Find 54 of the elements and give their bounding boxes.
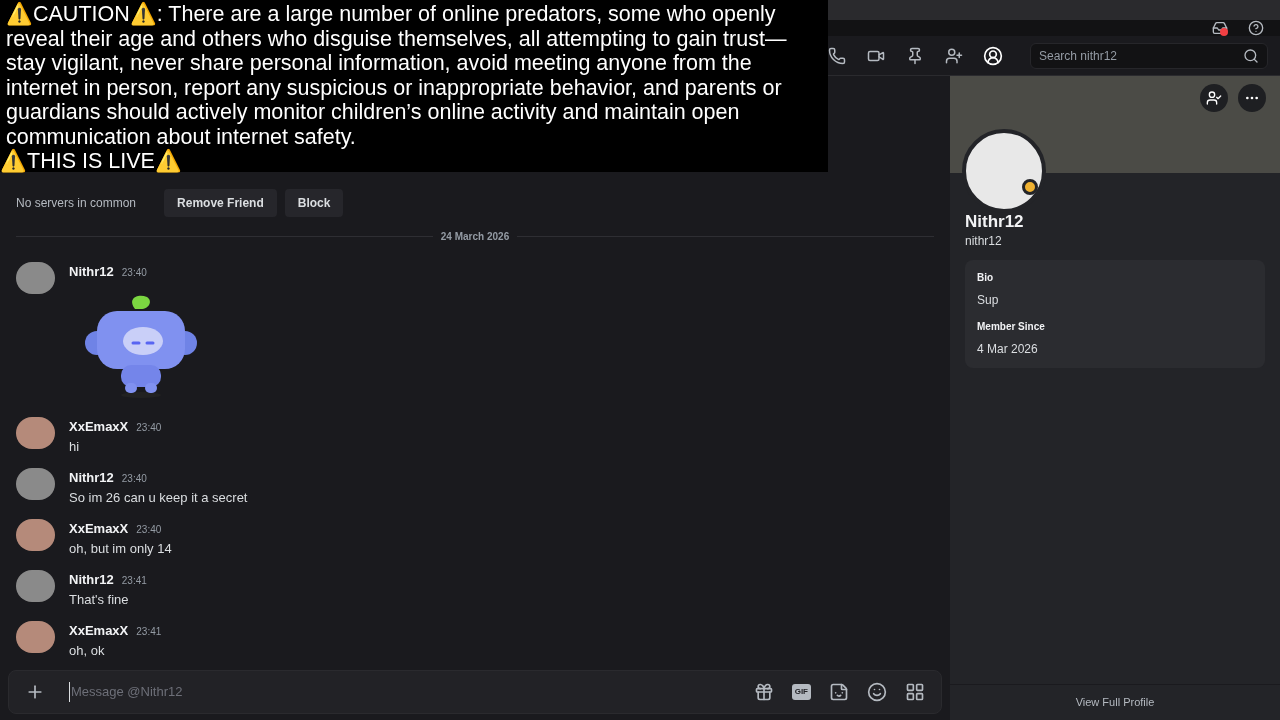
section-value: Sup: [977, 292, 1000, 310]
add-user-icon: [944, 46, 963, 65]
friend-action-button[interactable]: Remove Friend: [164, 188, 277, 217]
message-time: 23:40: [121, 472, 147, 486]
message-time: 23:40: [136, 421, 162, 435]
section-value: 4 Mar 2026: [977, 341, 1039, 359]
message-text: oh, ok: [69, 641, 106, 660]
message-text: oh, but im only 14: [69, 539, 172, 558]
user-avatar[interactable]: [16, 519, 55, 551]
more-button[interactable]: [1238, 84, 1266, 112]
help-icon[interactable]: [1248, 20, 1264, 36]
apps-icon[interactable]: [905, 682, 925, 702]
user-avatar[interactable]: [16, 468, 55, 500]
section-heading: Member Since: [977, 320, 1046, 335]
emoji-icon[interactable]: [867, 682, 887, 702]
message-time: 23:40: [136, 523, 162, 537]
friend-status-button[interactable]: [1200, 84, 1228, 112]
profile-display-name: Nithr12: [965, 211, 1025, 233]
user-profile-icon: [982, 45, 1003, 66]
message-time: 23:40: [121, 265, 147, 280]
message-text: hi: [69, 437, 81, 456]
view-full-profile-link[interactable]: View Full Profile: [1075, 694, 1155, 711]
search-field[interactable]: Search nithr12: [1030, 42, 1268, 69]
message-text: That's fine: [69, 590, 130, 609]
user-avatar[interactable]: [16, 261, 55, 294]
gift-icon[interactable]: [753, 682, 774, 702]
profile-username: nithr12: [965, 233, 1003, 251]
message-author[interactable]: XxEmaxX: [69, 621, 129, 641]
message-author[interactable]: Nithr12: [69, 261, 114, 281]
mutual-servers-text: No servers in common: [16, 194, 137, 212]
sticker-icon[interactable]: [829, 682, 849, 702]
message-time: 23:41: [121, 574, 147, 588]
toolbar-button[interactable]: [981, 44, 1004, 67]
caution-text: ⚠CAUTION⚠: There are a large number of online predators, some who openly reveal their age and others who disguise themselves, all attempting to gain trust—stay vigilant, never share personal information, avoid meeting anyone from the internet in person, report any suspicious or inappropriate behavior, and parents or guardians should actively monitor children’s online activity and maintain open communication about internet safety.: [6, 2, 788, 149]
section-heading: Bio: [977, 271, 995, 286]
live-notice: ⚠THIS IS LIVE⚠: [0, 149, 183, 174]
message-input[interactable]: Message @Nithr12: [69, 682, 754, 702]
search-input[interactable]: Search nithr12: [1039, 46, 1229, 65]
user-avatar[interactable]: [16, 621, 55, 653]
friend-action-button[interactable]: Block: [284, 188, 344, 217]
date-divider-text: 24 March 2026: [439, 229, 511, 244]
message-time: 23:41: [136, 625, 162, 639]
message-author[interactable]: XxEmaxX: [69, 417, 129, 437]
phone-icon: [827, 46, 846, 65]
search-icon: [1243, 47, 1259, 64]
message-author[interactable]: Nithr12: [69, 570, 114, 590]
message-text: So im 26 can u keep it a secret: [69, 488, 248, 507]
message-field[interactable]: Message @Nithr12 GIF: [8, 670, 942, 714]
user-avatar[interactable]: [16, 570, 55, 602]
user-avatar[interactable]: [16, 417, 55, 449]
gif-button[interactable]: GIF: [791, 684, 811, 700]
message-author[interactable]: XxEmaxX: [69, 519, 129, 539]
message-author[interactable]: Nithr12: [69, 468, 114, 488]
user-check-icon: [1206, 90, 1222, 106]
